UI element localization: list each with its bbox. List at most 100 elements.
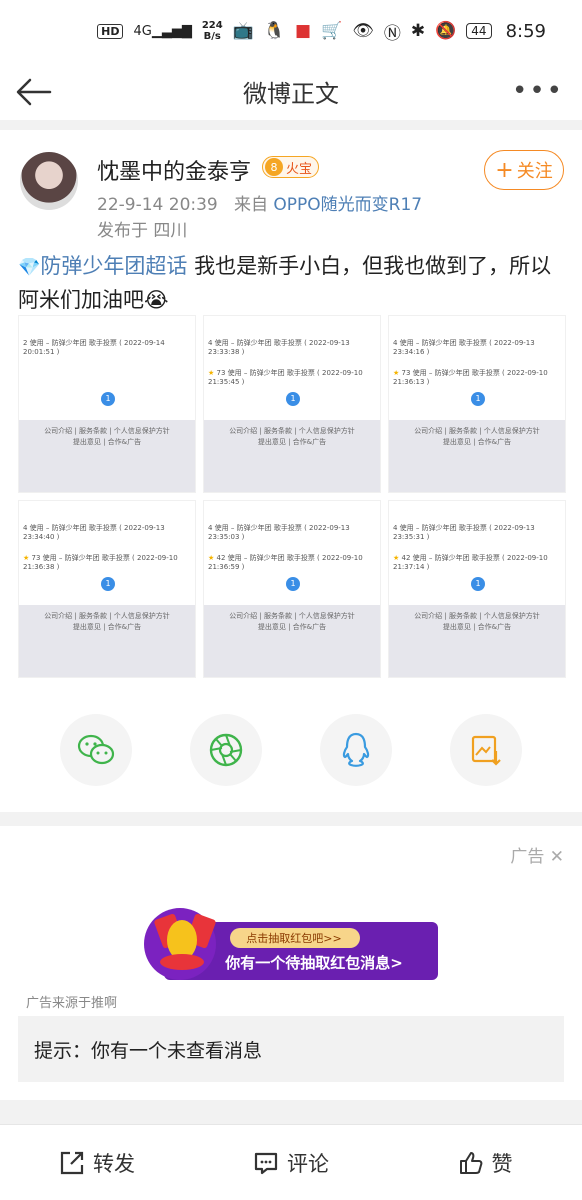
- eye-icon: 👁: [352, 21, 374, 41]
- vote-record-line: ★ 73 使用 – 防弹少年团 歌手投票 ( 2022-09-10 21:36:…: [393, 369, 548, 386]
- qq-status-icon: 🐧: [263, 21, 286, 41]
- tv-icon: 📺: [232, 21, 254, 41]
- vote-record-line: 2 使用 – 防弹少年团 歌手投票 ( 2022-09-14 20:01:51 …: [23, 339, 165, 356]
- thumbs-up-icon: [459, 1151, 482, 1174]
- nav-bar: 微博正文 •••: [0, 62, 582, 120]
- username[interactable]: 忱墨中的金泰亨: [97, 154, 251, 186]
- close-icon[interactable]: ✕: [550, 847, 564, 867]
- vote-record-line: ★ 42 使用 – 防弹少年团 歌手投票 ( 2022-09-10 21:36:…: [208, 554, 363, 571]
- post-image[interactable]: 4 使用 – 防弹少年团 歌手投票 ( 2022-09-13 23:35:03 …: [203, 500, 381, 678]
- avatar[interactable]: [20, 152, 78, 210]
- post-timestamp: 22-9-14 20:39: [97, 195, 218, 215]
- screenshot-footer: 公司介绍 | 服务条款 | 个人信息保护方针 提出意见 | 合作&广告: [204, 420, 380, 492]
- repost-button[interactable]: 转发: [0, 1148, 194, 1178]
- like-label: 赞: [491, 1151, 513, 1176]
- battery-indicator: 44: [466, 23, 492, 39]
- post-image[interactable]: 4 使用 – 防弹少年团 歌手投票 ( 2022-09-13 23:34:40 …: [18, 500, 196, 678]
- vote-record-line: 4 使用 – 防弹少年团 歌手投票 ( 2022-09-13 23:34:16 …: [393, 339, 535, 356]
- post-image[interactable]: 4 使用 – 防弹少年团 歌手投票 ( 2022-09-13 23:35:31 …: [388, 500, 566, 678]
- follow-button[interactable]: + 关注: [484, 150, 564, 190]
- banner-bottom-text: 你有一个待抽取红包消息>: [224, 954, 403, 972]
- post-image[interactable]: 4 使用 – 防弹少年团 歌手投票 ( 2022-09-13 23:33:38 …: [203, 315, 381, 493]
- page-dot: 1: [471, 577, 485, 591]
- post-meta: 22-9-14 20:39 来自 OPPO随光而变R17: [97, 190, 422, 215]
- vote-record-line: 4 使用 – 防弹少年团 歌手投票 ( 2022-09-13 23:34:40 …: [23, 524, 165, 541]
- screenshot-footer: 公司介绍 | 服务条款 | 个人信息保护方针 提出意见 | 合作&广告: [389, 605, 565, 677]
- back-arrow-icon[interactable]: [14, 72, 54, 112]
- badge-level: 8: [265, 158, 283, 176]
- topic-link[interactable]: 防弹少年团超话: [40, 254, 187, 278]
- badge-label: 火宝: [286, 161, 313, 177]
- bottom-action-bar: 转发 评论 赞: [0, 1124, 582, 1200]
- star-icon: ★: [23, 554, 32, 562]
- vote-record-line: ★ 73 使用 – 防弹少年团 歌手投票 ( 2022-09-10 21:36:…: [23, 554, 178, 571]
- post-image[interactable]: 4 使用 – 防弹少年团 歌手投票 ( 2022-09-13 23:34:16 …: [388, 315, 566, 493]
- comment-icon: [254, 1152, 278, 1174]
- ad-label[interactable]: 广告 ✕: [510, 842, 564, 867]
- post-image[interactable]: 2 使用 – 防弹少年团 歌手投票 ( 2022-09-14 20:01:51 …: [18, 315, 196, 493]
- net-speed-value: 224: [201, 20, 223, 31]
- net-speed: 224 B/s: [202, 20, 223, 42]
- share-wechat-button[interactable]: [60, 714, 132, 786]
- post-source-link[interactable]: OPPO随光而变R17: [273, 195, 422, 215]
- page-dot: 1: [286, 392, 300, 406]
- screenshot-footer: 公司介绍 | 服务条款 | 个人信息保护方针 提出意见 | 合作&广告: [19, 605, 195, 677]
- post-content: 💎防弹少年团超话 我也是新手小白，但我也做到了，所以阿米们加油吧😭: [18, 250, 566, 316]
- ad-source: 广告来源于推啊: [26, 996, 118, 1011]
- red-packet-banner[interactable]: 点击抽取红包吧>> 你有一个待抽取红包消息>: [144, 900, 438, 984]
- screenshot-footer: 公司介绍 | 服务条款 | 个人信息保护方针 提出意见 | 合作&广告: [19, 420, 195, 492]
- star-icon: ★: [393, 554, 402, 562]
- repost-icon: [60, 1151, 84, 1174]
- bluetooth-icon: ✱: [410, 21, 426, 41]
- star-icon: ★: [393, 369, 402, 377]
- net-speed-unit: B/s: [203, 31, 221, 42]
- ad-notice[interactable]: 提示：你有一个未查看消息: [18, 1016, 564, 1082]
- source-prefix: 来自: [233, 195, 268, 215]
- vote-record-line: 4 使用 – 防弹少年团 歌手投票 ( 2022-09-13 23:33:38 …: [208, 339, 350, 356]
- hd-indicator: HD: [97, 23, 124, 39]
- vote-record-line: 4 使用 – 防弹少年团 歌手投票 ( 2022-09-13 23:35:03 …: [208, 524, 350, 541]
- cart-icon: 🛒: [321, 21, 343, 41]
- share-moments-button[interactable]: [190, 714, 262, 786]
- plus-icon: +: [495, 157, 514, 183]
- page-dot: 1: [101, 392, 115, 406]
- page-title: 微博正文: [243, 79, 339, 108]
- mute-icon: 🔕: [435, 21, 457, 41]
- nfc-icon: Ⓝ: [383, 23, 401, 44]
- clock: 8:59: [505, 20, 546, 42]
- ad-card: 广告 ✕ 点击抽取红包吧>> 你有一个待抽取红包消息> 广告来源于推啊 提示：你…: [0, 826, 582, 1100]
- post-location: 发布于 四川: [97, 221, 188, 241]
- image-grid: 2 使用 – 防弹少年团 歌手投票 ( 2022-09-14 20:01:51 …: [18, 315, 566, 679]
- screenshot-footer: 公司介绍 | 服务条款 | 个人信息保护方针 提出意见 | 合作&广告: [389, 420, 565, 492]
- like-button[interactable]: 赞: [388, 1148, 582, 1178]
- comment-label: 评论: [287, 1151, 329, 1176]
- page-dot: 1: [101, 577, 115, 591]
- share-qq-button[interactable]: [320, 714, 392, 786]
- star-icon: ★: [208, 554, 217, 562]
- star-icon: ★: [208, 369, 217, 377]
- page-dot: 1: [286, 577, 300, 591]
- signal-icon: 4G▁▃▅▇: [133, 23, 192, 39]
- wechat-icon: [77, 734, 115, 765]
- status-bar: HD 4G▁▃▅▇ 224 B/s 📺 🐧 ■ 🛒 👁 Ⓝ ✱ 🔕 44 8:59: [0, 0, 582, 62]
- vote-record-line: ★ 73 使用 – 防弹少年团 歌手投票 ( 2022-09-10 21:35:…: [208, 369, 363, 386]
- share-row: [0, 714, 582, 788]
- vote-record-line: ★ 42 使用 – 防弹少年团 歌手投票 ( 2022-09-10 21:37:…: [393, 554, 548, 571]
- follow-label: 关注: [516, 161, 553, 182]
- banner-top-text: 点击抽取红包吧>>: [246, 931, 341, 945]
- fan-badge[interactable]: 8 火宝: [262, 156, 320, 178]
- page-dot: 1: [471, 392, 485, 406]
- signal-label: 4G: [133, 23, 152, 39]
- app-red-icon: ■: [295, 21, 312, 41]
- qq-icon: [342, 732, 370, 767]
- repost-label: 转发: [93, 1151, 135, 1176]
- vote-record-line: 4 使用 – 防弹少年团 歌手投票 ( 2022-09-13 23:35:31 …: [393, 524, 535, 541]
- save-image-icon: [471, 735, 501, 766]
- post-card: 忱墨中的金泰亨 8 火宝 + 关注 22-9-14 20:39 来自 OPPO随…: [0, 130, 582, 812]
- ad-label-text: 广告: [510, 847, 545, 867]
- more-options-icon[interactable]: •••: [512, 76, 564, 106]
- save-image-button[interactable]: [450, 714, 522, 786]
- moments-icon: [209, 733, 243, 767]
- diamond-icon: 💎: [18, 257, 41, 278]
- comment-button[interactable]: 评论: [194, 1148, 388, 1178]
